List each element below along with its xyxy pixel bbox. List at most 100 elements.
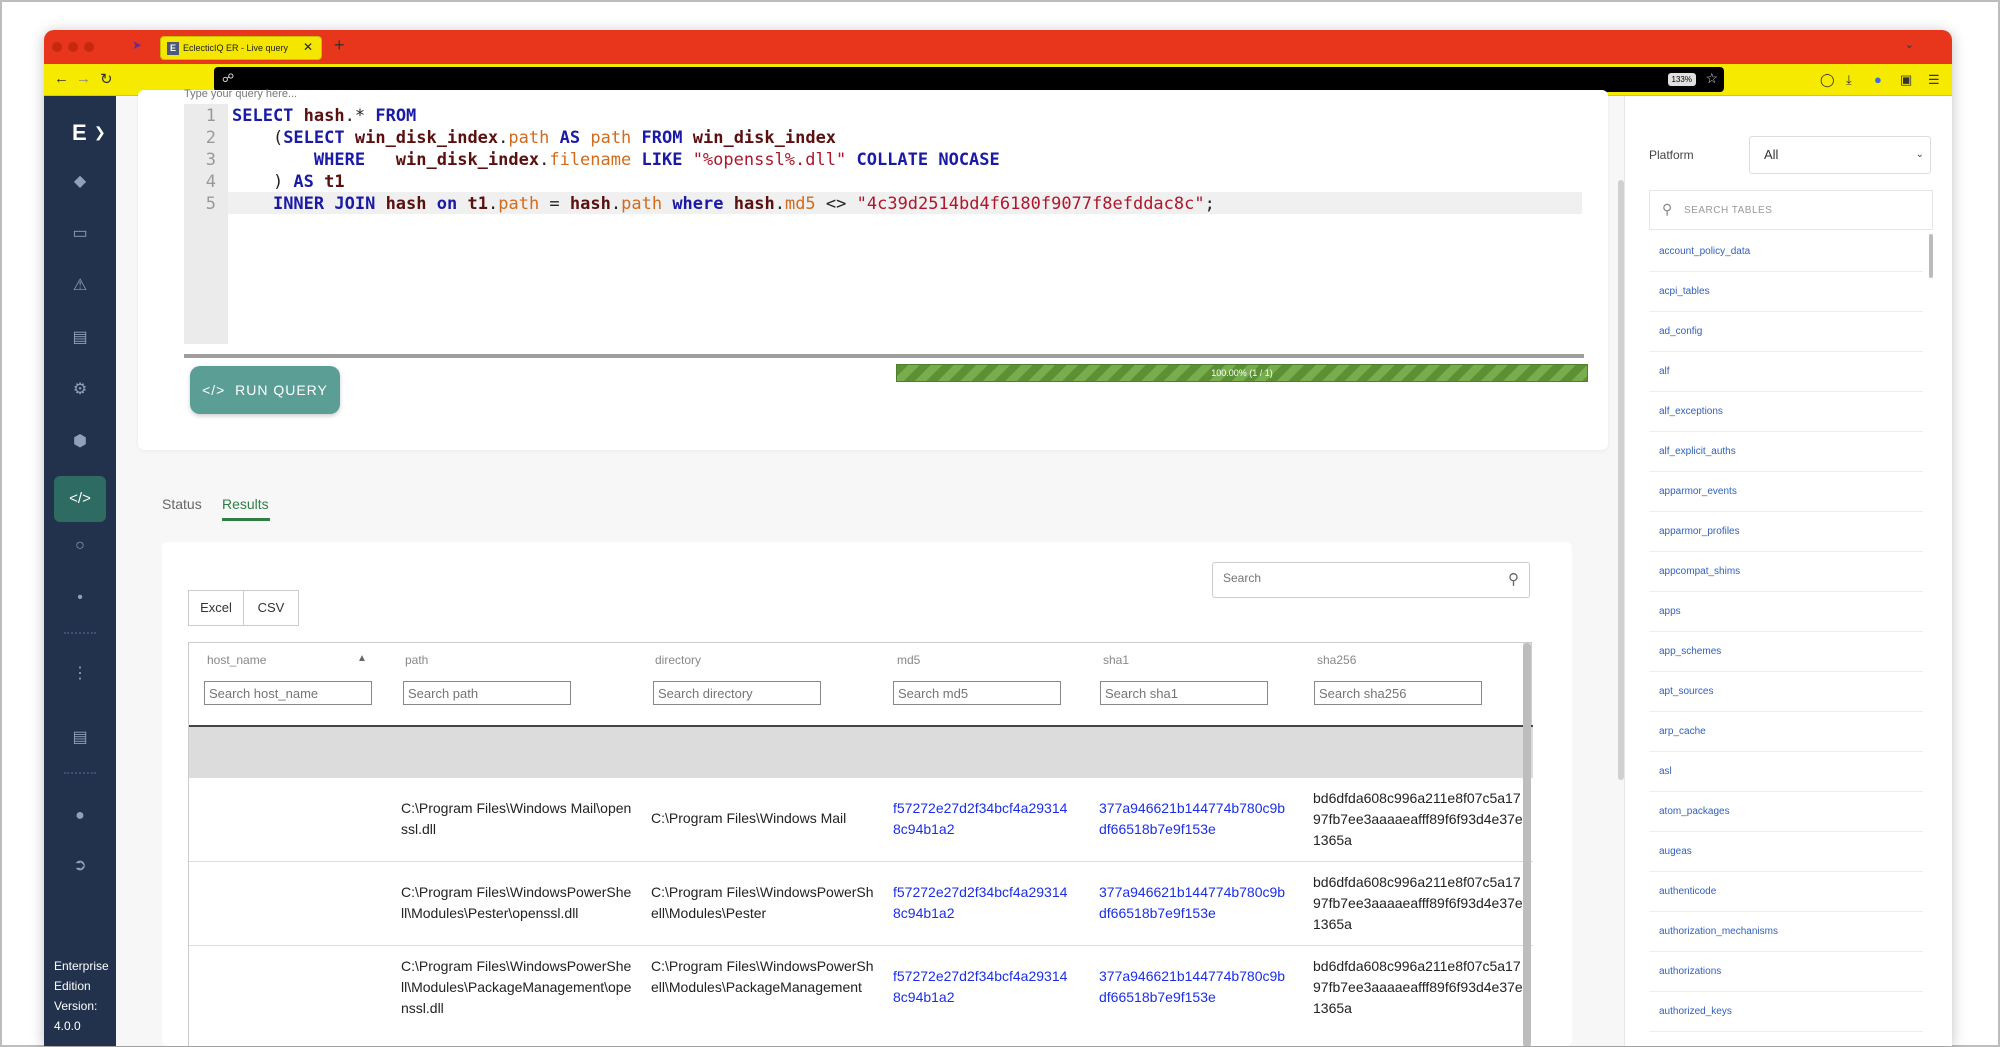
user-icon[interactable]: ● — [66, 802, 94, 830]
back-icon[interactable]: ← — [54, 70, 69, 87]
close-window-button[interactable] — [52, 42, 62, 52]
table-list-item[interactable]: app_schemes — [1649, 632, 1923, 672]
table-scroll-thumb[interactable] — [1523, 643, 1531, 1046]
table-list-item[interactable]: apparmor_events — [1649, 472, 1923, 512]
table-list-item[interactable]: appcompat_shims — [1649, 552, 1923, 592]
export-excel-button[interactable]: Excel — [188, 590, 244, 626]
tab-status[interactable]: Status — [162, 496, 202, 512]
downloads-icon[interactable]: ⤓ — [1846, 72, 1852, 88]
table-list-item[interactable]: acpi_tables — [1649, 272, 1923, 312]
filter-md5-input[interactable] — [893, 681, 1061, 705]
chevron-down-icon: ⌄ — [1915, 149, 1924, 160]
maximize-window-button[interactable] — [84, 42, 94, 52]
column-header-directory[interactable]: directory — [655, 653, 701, 667]
bookmark-star-icon[interactable]: ☆ — [1705, 70, 1718, 87]
cell-sha1-link[interactable]: 377a946621b144774b780c9bdf66518b7e9f153e — [1099, 966, 1289, 1008]
cell-md5-link[interactable]: f57272e27d2f34bcf4a293148c94b1a2 — [893, 882, 1073, 924]
column-header-path[interactable]: path — [405, 653, 428, 667]
table-list-item[interactable]: apparmor_profiles — [1649, 512, 1923, 552]
dashboard-icon[interactable]: ◆ — [66, 168, 94, 196]
column-header-sha1[interactable]: sha1 — [1103, 653, 1129, 667]
cell-sha256: bd6dfda608c996a211e8f07c5a1797fb7ee3aaaa… — [1313, 958, 1523, 1016]
filter-directory-input[interactable] — [653, 681, 821, 705]
firefox-view-icon[interactable]: ➤ — [132, 38, 142, 52]
forward-icon[interactable]: → — [76, 70, 91, 87]
storage-icon[interactable]: ▤ — [66, 724, 94, 752]
menu-icon[interactable]: ☰ — [1928, 72, 1940, 88]
table-list-scrollbar[interactable] — [1929, 234, 1933, 278]
logout-icon[interactable]: ➲ — [66, 852, 94, 880]
search-circle-icon[interactable]: ○ — [66, 532, 94, 560]
run-query-button[interactable]: </> RUN QUERY — [190, 366, 340, 414]
extension-icon[interactable]: ● — [1874, 72, 1882, 87]
export-csv-button[interactable]: CSV — [243, 590, 299, 626]
browser-tab-live-query[interactable]: E EclecticIQ ER - Live query ✕ — [160, 36, 322, 60]
table-list-item[interactable]: alf_exceptions — [1649, 392, 1923, 432]
column-header-sha256[interactable]: sha256 — [1317, 653, 1356, 667]
platform-select[interactable]: All ⌄ — [1749, 136, 1931, 174]
rules-icon[interactable]: ⬢ — [66, 428, 94, 456]
filter-sha256-input[interactable] — [1314, 681, 1482, 705]
zoom-level[interactable]: 133% — [1667, 73, 1696, 86]
table-list-item[interactable]: authorization_mechanisms — [1649, 912, 1923, 952]
expand-sidebar-icon[interactable]: ❯ — [94, 124, 106, 141]
table-list-item[interactable]: authorizations — [1649, 952, 1923, 992]
table-list-item[interactable]: authorized_keys — [1649, 992, 1923, 1032]
editor-divider — [184, 354, 1584, 358]
screenshot-icon[interactable]: ▣ — [1900, 72, 1912, 88]
tracking-shield-icon[interactable]: ☍ — [222, 71, 234, 85]
results-search-input[interactable] — [1223, 571, 1493, 585]
cell-sha1-link[interactable]: 377a946621b144774b780c9bdf66518b7e9f153e — [1099, 882, 1289, 924]
table-list-item[interactable]: apt_sources — [1649, 672, 1923, 712]
table-list-item[interactable]: account_policy_data — [1649, 232, 1923, 272]
minimize-window-button[interactable] — [68, 42, 78, 52]
table-search-box[interactable]: ⚲ SEARCH TABLES — [1649, 190, 1933, 230]
cell-sha256: bd6dfda608c996a211e8f07c5a1797fb7ee3aaaa… — [1313, 874, 1523, 932]
table-list-item[interactable]: atom_packages — [1649, 792, 1923, 832]
table-list-item[interactable]: asl — [1649, 752, 1923, 792]
filter-sha1-input[interactable] — [1100, 681, 1268, 705]
table-list-item[interactable]: apps — [1649, 592, 1923, 632]
settings-icon[interactable]: ⚙ — [66, 376, 94, 404]
sql-code-area[interactable]: SELECT hash.* FROM (SELECT win_disk_inde… — [228, 104, 1582, 344]
cell-md5-link[interactable]: f57272e27d2f34bcf4a293148c94b1a2 — [893, 798, 1073, 840]
tab-close-icon[interactable]: ✕ — [303, 40, 313, 54]
table-list-item[interactable]: augeas — [1649, 832, 1923, 872]
table-list-item[interactable]: ad_config — [1649, 312, 1923, 352]
tab-results[interactable]: Results — [222, 496, 269, 512]
table-scrollbar[interactable] — [1523, 643, 1531, 1046]
table-list-item[interactable]: alf_explicit_auths — [1649, 432, 1923, 472]
integrations-icon[interactable]: ⋮ — [66, 660, 94, 688]
column-header-host-name[interactable]: host_name — [207, 653, 266, 667]
search-icon[interactable]: ⚲ — [1508, 570, 1519, 588]
pocket-icon[interactable]: ◯ — [1820, 72, 1835, 88]
cell-md5-link[interactable]: f57272e27d2f34bcf4a293148c94b1a2 — [893, 966, 1073, 1008]
hosts-icon[interactable]: ▭ — [66, 220, 94, 248]
tab-list-chevron-icon[interactable]: ⌄ — [1905, 38, 1914, 51]
table-row[interactable]: C:\Program Files\WindowsPowerShell\Modul… — [189, 861, 1533, 945]
cell-sha1-link[interactable]: 377a946621b144774b780c9bdf66518b7e9f153e — [1099, 798, 1289, 840]
url-bar[interactable]: ☍ 133% ☆ — [214, 67, 1724, 92]
column-header-md5[interactable]: md5 — [897, 653, 920, 667]
filter-path-input[interactable] — [403, 681, 571, 705]
sidebar: E ❯ ◆ ▭ ⚠ ▤ ⚙ ⬢ </> ○ • ⋮ ▤ ● ➲ Enterpri… — [44, 96, 116, 1046]
app-area: E ❯ ◆ ▭ ⚠ ▤ ⚙ ⬢ </> ○ • ⋮ ▤ ● ➲ Enterpri… — [44, 88, 1952, 1046]
table-list-item[interactable]: alf — [1649, 352, 1923, 392]
intel-icon[interactable]: • — [66, 584, 94, 612]
cell-path: C:\Program Files\WindowsPowerShell\Modul… — [401, 884, 632, 921]
filter-host-name-input[interactable] — [204, 681, 372, 705]
results-search-box[interactable]: ⚲ — [1212, 562, 1530, 598]
platform-label: Platform — [1649, 148, 1694, 162]
app-logo[interactable]: E — [72, 120, 87, 146]
reload-icon[interactable]: ↻ — [100, 70, 113, 88]
reports-icon[interactable]: ▤ — [66, 324, 94, 352]
new-tab-icon[interactable]: + — [334, 35, 345, 56]
table-list-item[interactable]: authenticode — [1649, 872, 1923, 912]
table-list-item[interactable]: arp_cache — [1649, 712, 1923, 752]
table-row[interactable]: C:\Program Files\Windows Mail\openssl.dl… — [189, 777, 1533, 861]
table-row[interactable]: C:\Program Files\WindowsPowerShell\Modul… — [189, 945, 1533, 1046]
alerts-icon[interactable]: ⚠ — [66, 272, 94, 300]
sort-asc-icon[interactable]: ▲ — [357, 653, 367, 664]
run-query-label: RUN QUERY — [235, 382, 328, 398]
live-query-icon[interactable]: </> — [54, 476, 106, 522]
